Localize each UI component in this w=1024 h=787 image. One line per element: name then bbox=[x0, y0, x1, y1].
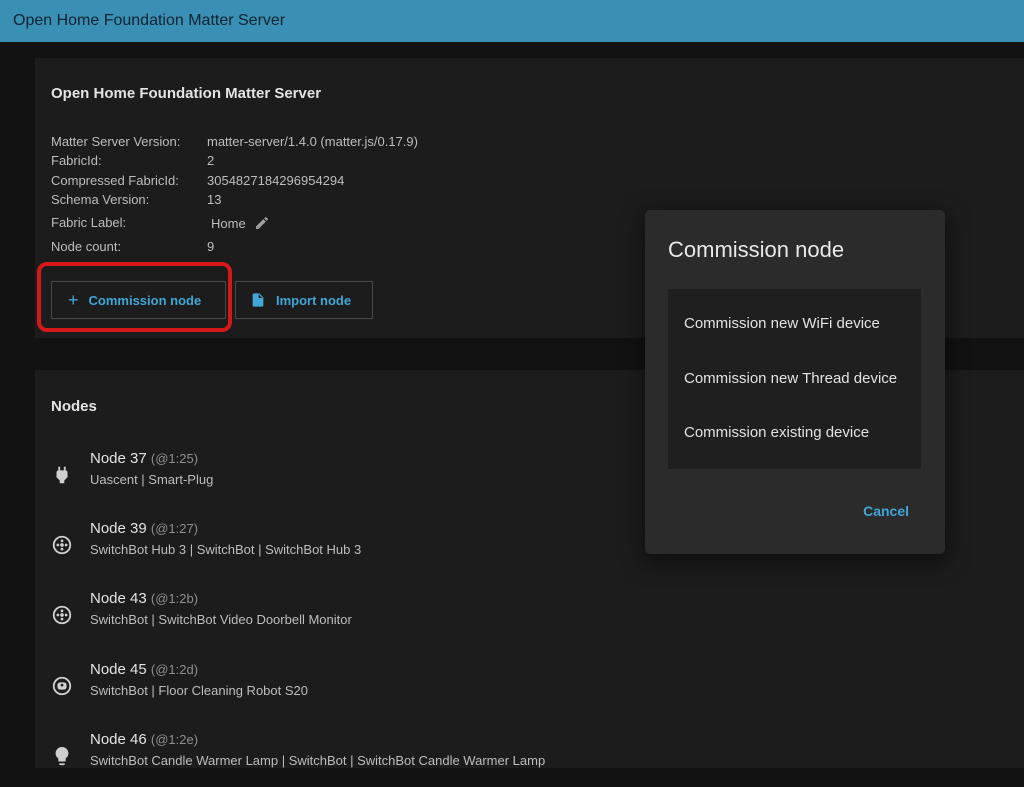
node-address: (@1:2d) bbox=[150, 662, 199, 677]
lightbulb-icon bbox=[51, 745, 73, 767]
fabric-label-text: Home bbox=[211, 215, 246, 231]
app-header: Open Home Foundation Matter Server bbox=[0, 0, 1024, 42]
info-label: Fabric Label: bbox=[51, 215, 127, 230]
dialog-options-list: Commission new WiFi device Commission ne… bbox=[668, 289, 921, 469]
info-row-fabricid: FabricId: 2 bbox=[51, 153, 471, 173]
node-address: (@1:2e) bbox=[150, 732, 199, 747]
info-label: Node count: bbox=[51, 239, 122, 254]
node-subtitle: SwitchBot | Floor Cleaning Robot S20 bbox=[90, 683, 308, 698]
node-list-item[interactable]: Node 43 (@1:2b) SwitchBot | SwitchBot Vi… bbox=[35, 590, 635, 646]
dialog-title: Commission node bbox=[668, 237, 845, 262]
node-subtitle: SwitchBot Candle Warmer Lamp | SwitchBot… bbox=[90, 753, 546, 768]
server-info-title: Open Home Foundation Matter Server bbox=[51, 85, 322, 102]
commission-thread-option[interactable]: Commission new Thread device bbox=[684, 370, 897, 387]
info-row-schema-version: Schema Version: 13 bbox=[51, 192, 471, 212]
plus-icon: + bbox=[68, 290, 79, 310]
node-address: (@1:27) bbox=[150, 521, 199, 536]
node-list-item[interactable]: Node 39 (@1:27) SwitchBot Hub 3 | Switch… bbox=[35, 520, 635, 576]
cancel-button[interactable]: Cancel bbox=[863, 503, 909, 519]
info-row-compressed-fabricid: Compressed FabricId: 3054827184296954294 bbox=[51, 173, 471, 193]
commission-wifi-option[interactable]: Commission new WiFi device bbox=[684, 315, 880, 332]
node-title: Node 39 (@1:27) bbox=[90, 520, 198, 537]
power-plug-icon bbox=[51, 464, 73, 486]
commission-existing-option[interactable]: Commission existing device bbox=[684, 424, 869, 441]
info-label: Matter Server Version: bbox=[51, 134, 181, 149]
app-title: Open Home Foundation Matter Server bbox=[13, 12, 286, 29]
node-name: Node 46 bbox=[90, 731, 147, 748]
node-name: Node 45 bbox=[90, 661, 147, 678]
commission-node-label: Commission node bbox=[88, 292, 202, 308]
node-list-item[interactable]: Node 37 (@1:25) Uascent | Smart-Plug bbox=[35, 450, 635, 506]
node-address: (@1:25) bbox=[150, 451, 199, 466]
commission-node-dialog: Commission node Commission new WiFi devi… bbox=[645, 210, 945, 554]
nodes-title: Nodes bbox=[51, 398, 97, 415]
commission-node-button[interactable]: + Commission node bbox=[51, 281, 226, 319]
node-title: Node 46 (@1:2e) bbox=[90, 731, 198, 748]
import-node-button[interactable]: Import node bbox=[235, 281, 373, 319]
info-row-fabric-label: Fabric Label: Home bbox=[51, 215, 471, 235]
import-node-label: Import node bbox=[276, 292, 352, 308]
node-title: Node 43 (@1:2b) bbox=[90, 590, 198, 607]
info-value: 2 bbox=[207, 153, 215, 168]
info-value: matter-server/1.4.0 (matter.js/0.17.9) bbox=[207, 134, 418, 149]
info-label: Schema Version: bbox=[51, 192, 150, 207]
remote-icon bbox=[51, 534, 73, 556]
info-label: FabricId: bbox=[51, 153, 102, 168]
node-subtitle: Uascent | Smart-Plug bbox=[90, 472, 214, 487]
info-row-node-count: Node count: 9 bbox=[51, 239, 471, 259]
info-label: Compressed FabricId: bbox=[51, 173, 179, 188]
node-list-item[interactable]: Node 46 (@1:2e) SwitchBot Candle Warmer … bbox=[35, 731, 635, 787]
node-name: Node 43 bbox=[90, 590, 147, 607]
fabric-label-value: Home bbox=[211, 215, 270, 231]
node-subtitle: SwitchBot Hub 3 | SwitchBot | SwitchBot … bbox=[90, 542, 362, 557]
node-title: Node 45 (@1:2d) bbox=[90, 661, 198, 678]
node-subtitle: SwitchBot | SwitchBot Video Doorbell Mon… bbox=[90, 612, 352, 627]
node-list-item[interactable]: Node 45 (@1:2d) SwitchBot | Floor Cleani… bbox=[35, 661, 635, 717]
node-title: Node 37 (@1:25) bbox=[90, 450, 198, 467]
info-value: 9 bbox=[207, 239, 215, 254]
info-value: 13 bbox=[207, 192, 222, 207]
robot-vacuum-icon bbox=[51, 675, 73, 697]
node-address: (@1:2b) bbox=[150, 591, 199, 606]
info-row-version: Matter Server Version: matter-server/1.4… bbox=[51, 134, 471, 154]
pencil-icon[interactable] bbox=[254, 215, 270, 231]
remote-icon bbox=[51, 604, 73, 626]
node-name: Node 37 bbox=[90, 450, 147, 467]
file-icon bbox=[250, 292, 266, 308]
info-value: 3054827184296954294 bbox=[207, 173, 345, 188]
node-name: Node 39 bbox=[90, 520, 147, 537]
